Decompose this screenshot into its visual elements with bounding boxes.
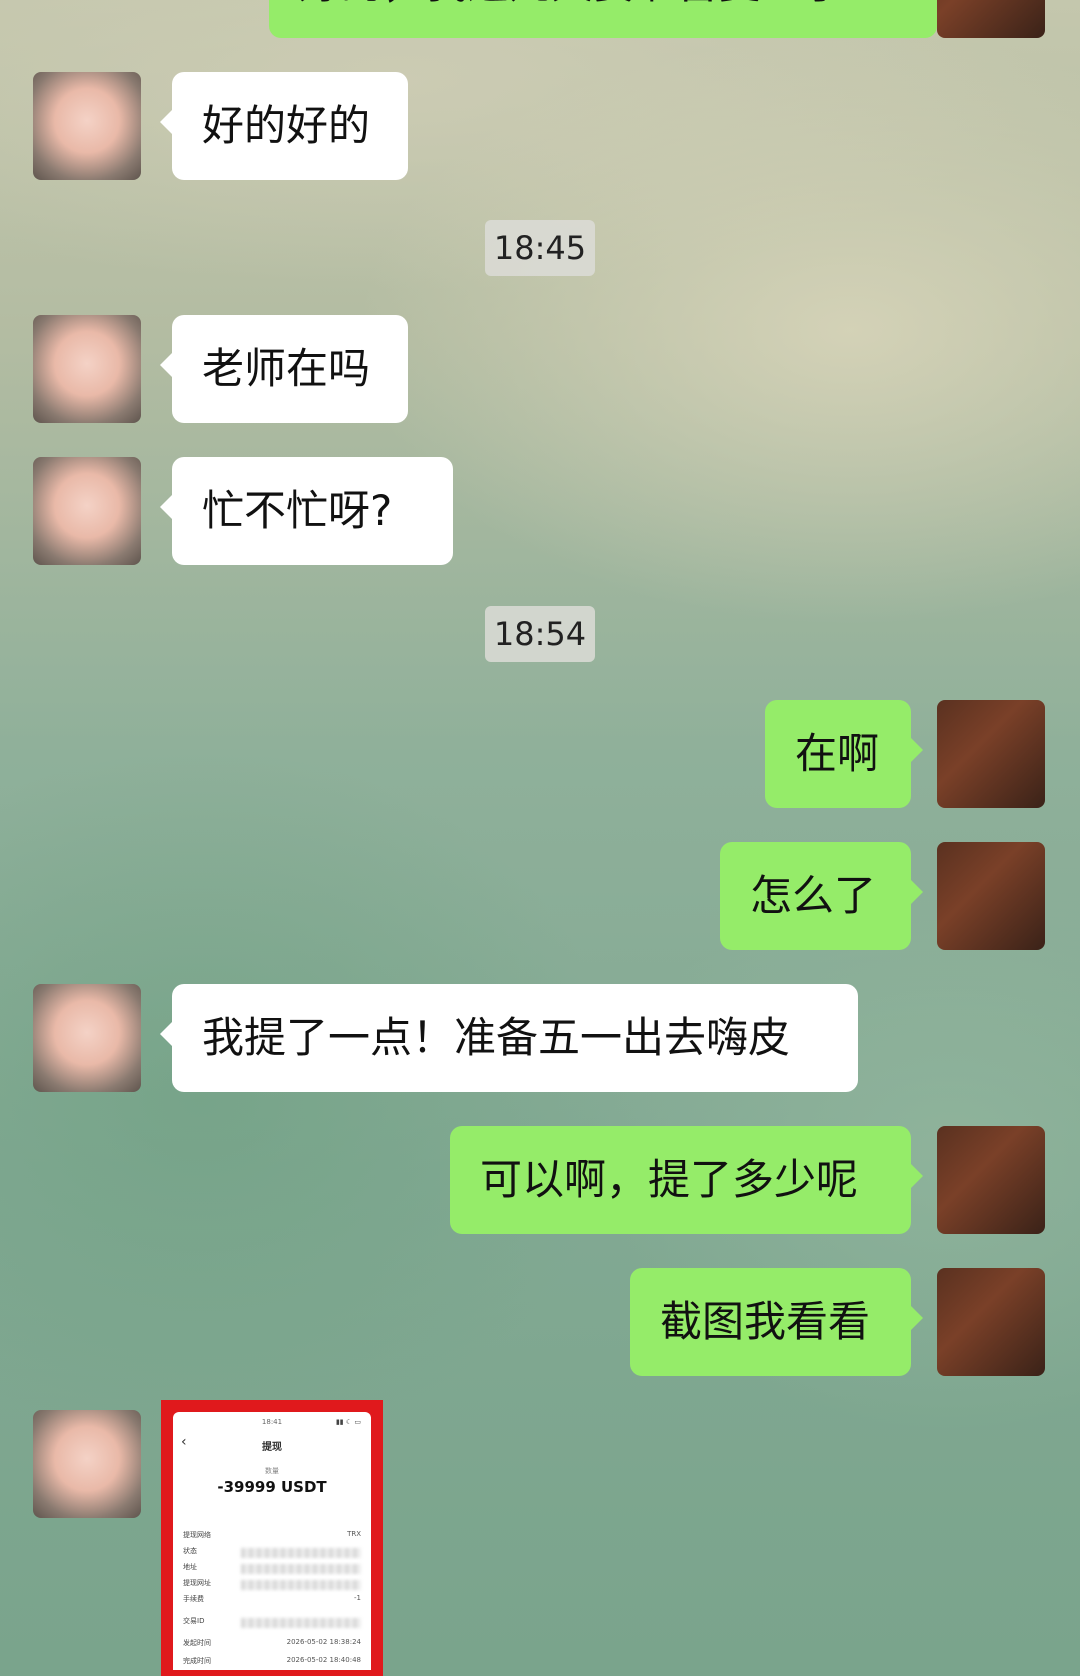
woman-avatar-icon[interactable] [937,1268,1045,1376]
image-message[interactable]: 18:41 ▮▮ ☾ ▭ ‹ 提现 数量 -39999 USDT 提现网络 TR… [161,1400,383,1676]
pig-avatar-icon[interactable] [33,315,141,423]
message-bubble-sent[interactable]: 在啊 [765,700,923,808]
pig-avatar-icon[interactable] [33,457,141,565]
pig-avatar-icon[interactable] [33,1410,141,1518]
row-label: 手续费 [183,1595,204,1603]
message-text: 好的好的 [202,101,371,150]
row-label: 提现网络 [183,1531,211,1539]
row-value: TRX [347,1530,361,1538]
message-text: 老师在吗 [202,344,371,393]
redacted-value [241,1580,361,1590]
detail-row: 提现网址 [183,1578,361,1592]
timestamp: 18:54 [485,606,595,662]
message-text: 好的，我这几天要准备复查了 [299,0,845,8]
message-text: 可以啊，提了多少呢 [480,1155,859,1204]
row-value: 2026-05-02 18:40:48 [286,1656,361,1664]
message-bubble-received[interactable]: 我提了一点！准备五一出去嗨皮 [160,984,858,1092]
row-label: 地址 [183,1563,197,1571]
woman-avatar-icon[interactable] [937,0,1045,38]
detail-row: 提现网络 TRX [183,1530,361,1544]
redacted-value [241,1618,361,1628]
pig-avatar-icon[interactable] [33,72,141,180]
row-label: 完成时间 [183,1657,211,1665]
row-label: 交易ID [183,1617,205,1625]
screenshot-title: 提现 [262,1442,282,1453]
detail-row: 完成时间 2026-05-02 18:40:48 [183,1656,361,1670]
redacted-value [241,1548,361,1558]
row-label: 提现网址 [183,1579,211,1587]
message-bubble-sent[interactable]: 可以啊，提了多少呢 [450,1126,923,1234]
woman-avatar-icon[interactable] [937,842,1045,950]
detail-row: 交易ID [183,1616,361,1630]
detail-row: 发起时间 2026-05-02 18:38:24 [183,1638,361,1652]
detail-row: 地址 [183,1562,361,1576]
message-text: 忙不忙呀? [202,486,393,535]
status-icons: ▮▮ ☾ ▭ [335,1418,361,1426]
message-bubble-received[interactable]: 老师在吗 [160,315,408,423]
detail-row: 手续费 -1 [183,1594,361,1608]
message-bubble-received[interactable]: 忙不忙呀? [160,457,453,565]
row-label: 状态 [183,1547,197,1555]
amount: -39999 USDT [217,1478,327,1496]
pig-avatar-icon[interactable] [33,984,141,1092]
detail-row: 状态 [183,1546,361,1560]
message-bubble-sent[interactable]: 好的，我这几天要准备复查了 [269,0,937,38]
message-text: 截图我看看 [660,1297,871,1346]
withdrawal-screenshot: 18:41 ▮▮ ☾ ▭ ‹ 提现 数量 -39999 USDT 提现网络 TR… [173,1412,371,1670]
woman-avatar-icon[interactable] [937,1126,1045,1234]
message-text: 我提了一点！准备五一出去嗨皮 [202,1013,791,1062]
row-label: 发起时间 [183,1639,211,1647]
redacted-value [241,1564,361,1574]
message-bubble-received[interactable]: 好的好的 [160,72,408,180]
message-bubble-sent[interactable]: 截图我看看 [630,1268,923,1376]
timestamp: 18:45 [485,220,595,276]
quantity-label: 数量 [265,1467,279,1475]
woman-avatar-icon[interactable] [937,700,1045,808]
row-value: 2026-05-02 18:38:24 [286,1638,361,1646]
message-text: 怎么了 [750,871,877,920]
row-value: -1 [354,1594,361,1602]
message-text: 在啊 [795,729,880,778]
message-bubble-sent[interactable]: 怎么了 [720,842,923,950]
